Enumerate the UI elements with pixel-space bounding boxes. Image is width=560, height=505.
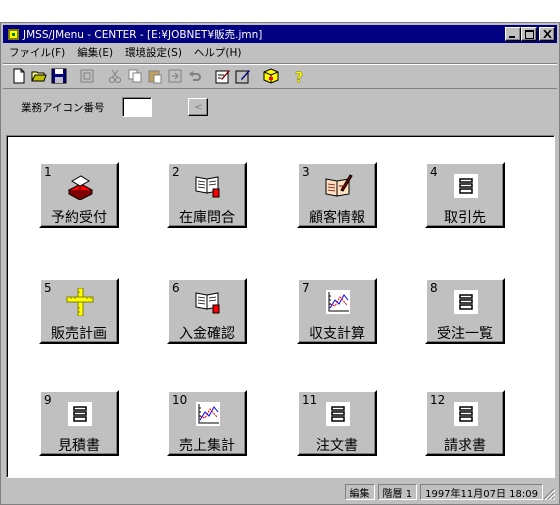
edit-icon[interactable] <box>213 66 233 86</box>
save-icon[interactable] <box>49 66 69 86</box>
book-icon <box>193 172 223 200</box>
help-icon[interactable]: ? <box>289 66 309 86</box>
tile-6[interactable]: 6 入金確認 <box>167 278 247 344</box>
tile-number: 5 <box>44 281 52 295</box>
resize-grip-icon[interactable] <box>543 488 556 501</box>
menu-settings[interactable]: 環境設定(S) <box>119 45 188 60</box>
tile-label: 見積書 <box>58 438 100 454</box>
document-icon <box>323 400 353 428</box>
status-datetime: 1997年11月07日 18:09 <box>420 484 543 500</box>
minimize-button[interactable] <box>505 27 521 41</box>
tile-1[interactable]: 1 予約受付 <box>39 162 119 228</box>
close-button[interactable] <box>539 27 555 41</box>
app-window: JMSS/JMenu - CENTER - [E:¥JOBNET¥販売.jmn]… <box>0 22 560 505</box>
tile-label: 販売計画 <box>51 326 107 342</box>
cut-icon[interactable] <box>105 66 125 86</box>
open-folder-icon[interactable] <box>29 66 49 86</box>
tile-number: 4 <box>430 165 438 179</box>
tile-number: 8 <box>430 281 438 295</box>
tile-number: 6 <box>172 281 180 295</box>
business-icon-row: 業務アイコン番号 < <box>3 91 557 123</box>
reservation-icon <box>65 172 95 200</box>
title-bar[interactable]: JMSS/JMenu - CENTER - [E:¥JOBNET¥販売.jmn] <box>3 25 557 43</box>
tile-number: 3 <box>302 165 310 179</box>
tile-label: 注文書 <box>316 438 358 454</box>
tile-12[interactable]: 12 請求書 <box>425 390 505 456</box>
chart-icon <box>193 400 223 428</box>
back-button[interactable]: < <box>188 98 209 116</box>
menu-help[interactable]: ヘルプ(H) <box>188 45 248 60</box>
tile-10[interactable]: 10 売上集計 <box>167 390 247 456</box>
tile-7[interactable]: 7 収支計算 <box>297 278 377 344</box>
status-mode: 編集 <box>344 484 375 500</box>
tile-label: 顧客情報 <box>309 210 365 226</box>
app-icon[interactable] <box>6 27 20 41</box>
undo-icon[interactable] <box>185 66 205 86</box>
window-title: JMSS/JMenu - CENTER - [E:¥JOBNET¥販売.jmn] <box>23 28 263 41</box>
tile-label: 受注一覧 <box>437 326 493 342</box>
tile-3[interactable]: 3 顧客情報 <box>297 162 377 228</box>
customer-book-icon <box>323 172 353 200</box>
tile-number: 2 <box>172 165 180 179</box>
tile-number: 11 <box>302 393 318 407</box>
menu-panel: 1 予約受付 2 在庫問合 3 顧客情報 4 取引先 5 販売計画 6 入金確認… <box>6 135 555 478</box>
document-icon <box>451 400 481 428</box>
business-icon-number-label: 業務アイコン番号 <box>21 101 105 114</box>
tile-number: 7 <box>302 281 310 295</box>
ruler-icon <box>65 288 95 316</box>
tile-11[interactable]: 11 注文書 <box>297 390 377 456</box>
book-icon <box>193 288 223 316</box>
menu-bar: ファイル(F) 編集(E) 環境設定(S) ヘルプ(H) <box>3 44 557 61</box>
maximize-button[interactable] <box>521 27 537 41</box>
cube-icon[interactable] <box>261 66 281 86</box>
tile-label: 取引先 <box>444 210 486 226</box>
toolbar: ? <box>3 63 557 89</box>
chart-icon <box>323 288 353 316</box>
document-icon <box>451 288 481 316</box>
tile-number: 12 <box>430 393 446 407</box>
document-icon <box>65 400 95 428</box>
tile-label: 予約受付 <box>51 210 107 226</box>
tile-9[interactable]: 9 見積書 <box>39 390 119 456</box>
tile-label: 入金確認 <box>179 326 235 342</box>
check-edit-icon[interactable] <box>233 66 253 86</box>
status-level: 階層 1 <box>377 484 418 500</box>
menu-file[interactable]: ファイル(F) <box>3 45 71 60</box>
properties-icon[interactable] <box>77 66 97 86</box>
status-bar: 編集 階層 1 1997年11月07日 18:09 <box>3 482 557 502</box>
paste-icon[interactable] <box>145 66 165 86</box>
tile-5[interactable]: 5 販売計画 <box>39 278 119 344</box>
tile-number: 9 <box>44 393 52 407</box>
tile-2[interactable]: 2 在庫問合 <box>167 162 247 228</box>
tile-label: 請求書 <box>444 438 486 454</box>
tile-label: 収支計算 <box>309 326 365 342</box>
tile-label: 在庫問合 <box>179 210 235 226</box>
tile-4[interactable]: 4 取引先 <box>425 162 505 228</box>
tile-number: 1 <box>44 165 52 179</box>
business-icon-number-input[interactable] <box>122 97 153 117</box>
new-file-icon[interactable] <box>9 66 29 86</box>
tile-label: 売上集計 <box>179 438 235 454</box>
document-icon <box>451 172 481 200</box>
svg-text:?: ? <box>295 70 303 84</box>
tile-8[interactable]: 8 受注一覧 <box>425 278 505 344</box>
menu-edit[interactable]: 編集(E) <box>71 45 119 60</box>
import-icon[interactable] <box>165 66 185 86</box>
tile-number: 10 <box>172 393 188 407</box>
copy-icon[interactable] <box>125 66 145 86</box>
